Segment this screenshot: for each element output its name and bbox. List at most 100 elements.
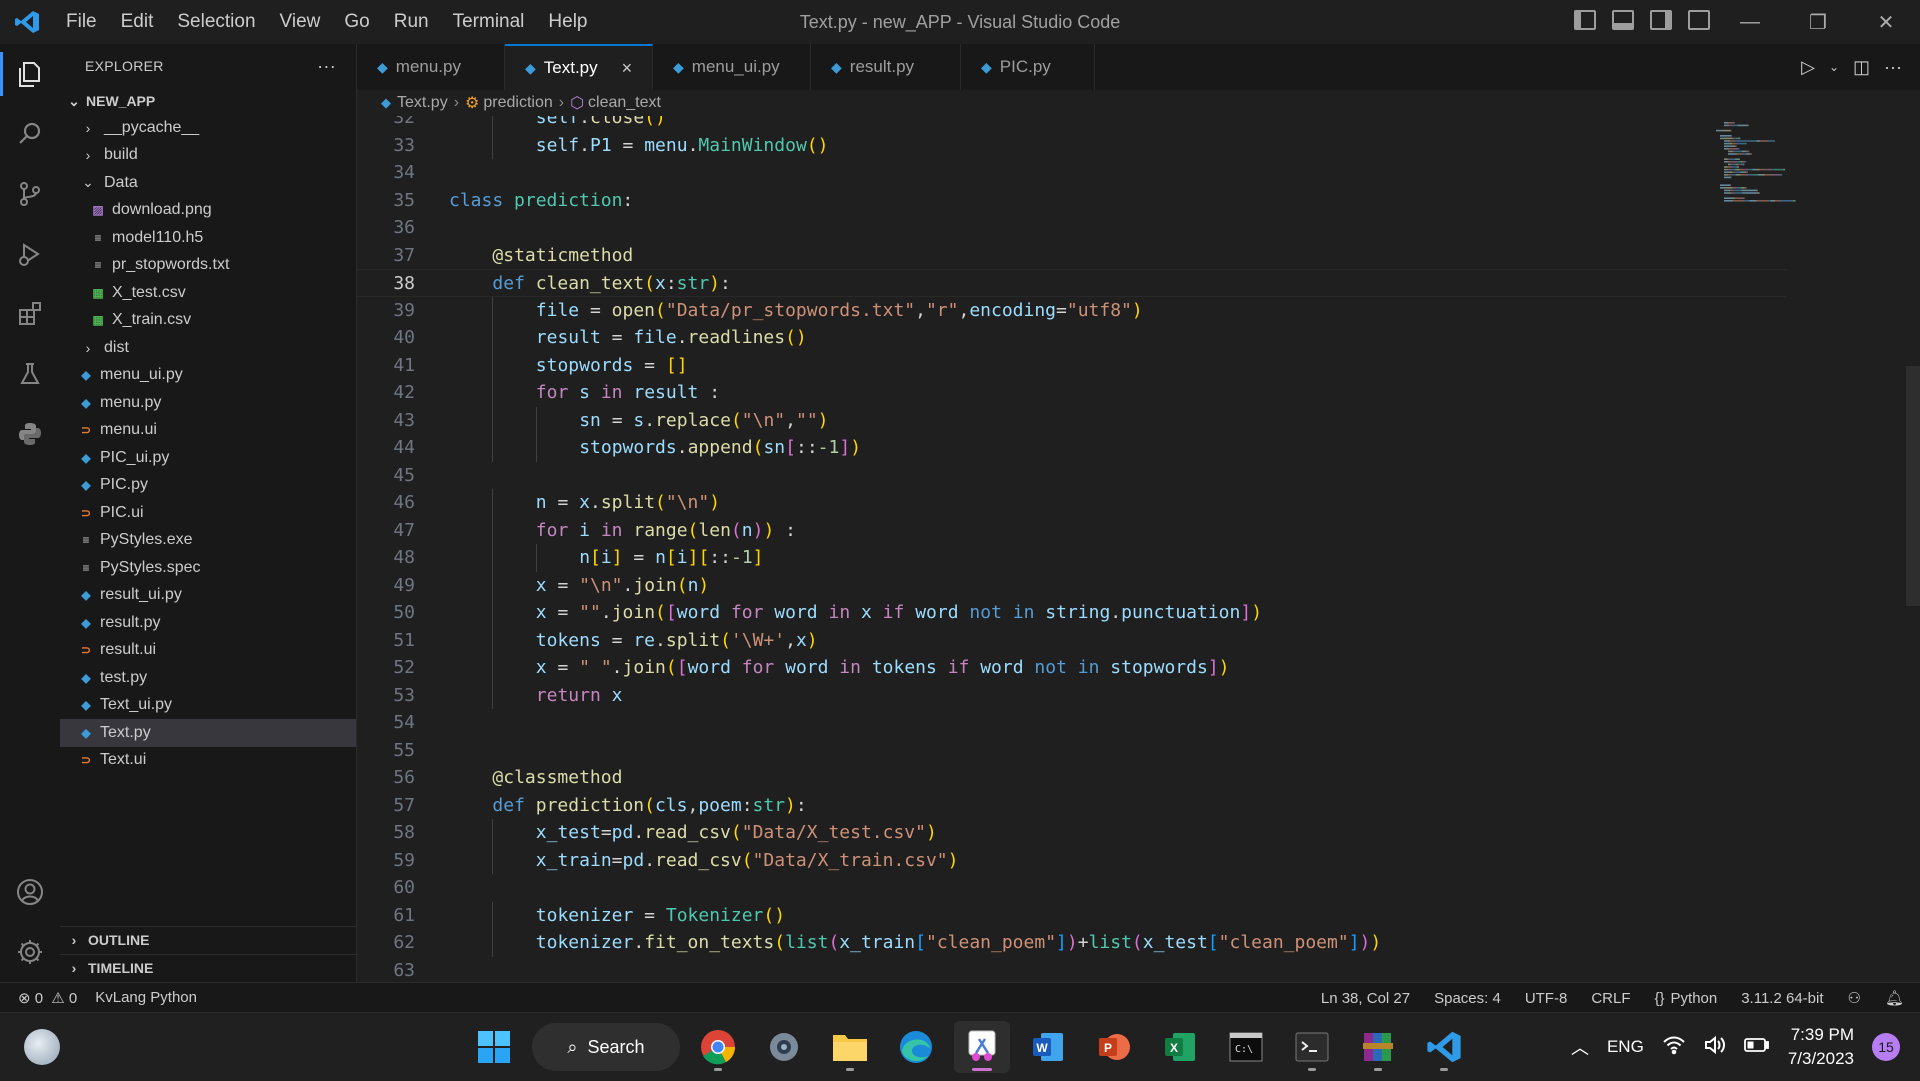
run-python-file-icon[interactable]: ▷ <box>1801 57 1815 78</box>
tree-file[interactable]: ▦ X_test.csv <box>60 279 356 307</box>
tree-file[interactable]: ≡ PyStyles.exe <box>60 527 356 555</box>
breadcrumb-file[interactable]: Text.py <box>397 94 448 112</box>
code-line[interactable]: 42 for s in result : <box>357 379 1787 407</box>
language-mode[interactable]: {} Python <box>1654 990 1717 1007</box>
minimize-icon[interactable]: — <box>1716 0 1784 44</box>
code-line[interactable]: 56 @classmethod <box>357 764 1787 792</box>
tree-folder[interactable]: ⌄ Data <box>60 169 356 197</box>
volume-icon[interactable] <box>1704 1035 1726 1060</box>
menu-terminal[interactable]: Terminal <box>441 0 537 44</box>
tab-text-py[interactable]: ◆ Text.py × <box>505 44 653 90</box>
tree-folder[interactable]: › build <box>60 142 356 170</box>
edge-icon[interactable] <box>888 1021 944 1073</box>
code-line[interactable]: 63 <box>357 957 1787 983</box>
code-line[interactable]: 33 self.P1 = menu.MainWindow() <box>357 131 1787 159</box>
code-line[interactable]: 36 <box>357 214 1787 242</box>
close-tab-icon[interactable]: × <box>622 58 633 79</box>
code-line[interactable]: 57 def prediction(cls,poem:str): <box>357 792 1787 820</box>
code-line[interactable]: 32 self.close() <box>357 116 1787 132</box>
input-language[interactable]: ENG <box>1607 1037 1644 1057</box>
workspace-root[interactable]: ⌄ NEW_APP <box>60 88 356 114</box>
tree-file[interactable]: ▦ X_train.csv <box>60 307 356 335</box>
powerpoint-icon[interactable]: P <box>1086 1021 1142 1073</box>
tree-file[interactable]: ≡ model110.h5 <box>60 224 356 252</box>
testing-icon[interactable] <box>0 344 60 404</box>
menu-file[interactable]: File <box>54 0 109 44</box>
code-editor[interactable]: 32 self.close() 33 self.P1 = menu.MainWindo… <box>357 116 1920 982</box>
vscode-icon[interactable] <box>1416 1021 1472 1073</box>
vertical-scrollbar[interactable] <box>1906 366 1920 606</box>
code-line[interactable]: 53 return x <box>357 681 1787 709</box>
explorer-icon[interactable] <box>0 44 60 104</box>
end-of-line[interactable]: CRLF <box>1591 990 1630 1007</box>
code-line[interactable]: 41 stopwords = [] <box>357 351 1787 379</box>
code-line[interactable]: 50 x = "".join([word for word in x if wor… <box>357 599 1787 627</box>
tree-file[interactable]: ⊃ Text.ui <box>60 747 356 775</box>
code-line[interactable]: 35 class prediction: <box>357 187 1787 215</box>
tree-folder[interactable]: › __pycache__ <box>60 114 356 142</box>
code-line[interactable]: 40 result = file.readlines() <box>357 324 1787 352</box>
code-line[interactable]: 48 n[i] = n[i][::-1] <box>357 544 1787 572</box>
show-hidden-icons-chevron-icon[interactable]: ︿ <box>1571 1034 1589 1060</box>
status-extension[interactable]: KvLang Python <box>95 989 197 1006</box>
menu-edit[interactable]: Edit <box>109 0 166 44</box>
tab-menu-ui-py[interactable]: ◆ menu_ui.py <box>653 44 811 90</box>
tree-file[interactable]: ◆ Text.py <box>60 719 356 747</box>
code-line[interactable]: 49 x = "\n".join(n) <box>357 571 1787 599</box>
cursor-position[interactable]: Ln 38, Col 27 <box>1321 990 1410 1007</box>
code-line[interactable]: 52 x = " ".join([word for word in tokens … <box>357 654 1787 682</box>
tree-file[interactable]: ▨ download.png <box>60 197 356 225</box>
terminal-icon[interactable] <box>1284 1021 1340 1073</box>
code-line[interactable]: 44 stopwords.append(sn[::-1]) <box>357 434 1787 462</box>
code-line[interactable]: 54 <box>357 709 1787 737</box>
accounts-icon[interactable] <box>0 862 60 922</box>
tab-menu-py[interactable]: ◆ menu.py <box>357 44 505 90</box>
notification-badge[interactable]: 15 <box>1872 1033 1900 1061</box>
code-line[interactable]: 62 tokenizer.fit_on_texts(list(x_train["c… <box>357 929 1787 957</box>
close-window-icon[interactable]: ✕ <box>1852 0 1920 44</box>
run-dropdown-chevron-icon[interactable]: ⌄ <box>1829 60 1839 74</box>
code-line[interactable]: 58 x_test=pd.read_csv("Data/X_test.csv") <box>357 819 1787 847</box>
timeline-section[interactable]: › TIMELINE <box>60 954 356 981</box>
code-line[interactable]: 37 @staticmethod <box>357 242 1787 270</box>
menu-view[interactable]: View <box>268 0 333 44</box>
winrar-icon[interactable] <box>1350 1021 1406 1073</box>
tree-file[interactable]: ⊃ PIC.ui <box>60 499 356 527</box>
toggle-secondary-sidebar-icon[interactable] <box>1650 10 1672 30</box>
tree-file[interactable]: ⊃ menu.ui <box>60 417 356 445</box>
editor-more-icon[interactable]: ··· <box>1884 57 1902 78</box>
customize-layout-icon[interactable] <box>1688 10 1710 30</box>
tree-file[interactable]: ≡ pr_stopwords.txt <box>60 252 356 280</box>
menu-selection[interactable]: Selection <box>165 0 267 44</box>
outline-section[interactable]: › OUTLINE <box>60 926 356 953</box>
code-line[interactable]: 38 def clean_text(x:str): <box>357 269 1787 297</box>
python-interpreter[interactable]: 3.11.2 64-bit <box>1741 990 1823 1007</box>
code-line[interactable]: 45 <box>357 462 1787 490</box>
start-button[interactable] <box>466 1021 522 1073</box>
menu-help[interactable]: Help <box>536 0 599 44</box>
menu-run[interactable]: Run <box>382 0 441 44</box>
live-share-icon[interactable]: ⚇ <box>1848 989 1861 1007</box>
code-line[interactable]: 39 file = open("Data/pr_stopwords.txt","r… <box>357 296 1787 324</box>
python-icon[interactable] <box>0 404 60 464</box>
toggle-panel-icon[interactable] <box>1612 10 1634 30</box>
minimap[interactable] <box>1712 116 1832 286</box>
taskbar-search[interactable]: ⌕ Search <box>532 1023 680 1071</box>
toggle-primary-sidebar-icon[interactable] <box>1574 10 1596 30</box>
tree-file[interactable]: ◆ PIC_ui.py <box>60 444 356 472</box>
code-line[interactable]: 34 <box>357 159 1787 187</box>
tree-file[interactable]: ⊃ result.ui <box>60 637 356 665</box>
search-icon[interactable] <box>0 104 60 164</box>
run-debug-icon[interactable] <box>0 224 60 284</box>
clock[interactable]: 7:39 PM 7/3/2023 <box>1788 1023 1854 1071</box>
breadcrumb-method[interactable]: clean_text <box>588 94 661 112</box>
excel-icon[interactable]: X <box>1152 1021 1208 1073</box>
weather-widget-icon[interactable] <box>24 1029 60 1065</box>
code-line[interactable]: 43 sn = s.replace("\n","") <box>357 406 1787 434</box>
notifications-bell-icon[interactable]: 🔔︎ <box>1885 989 1904 1007</box>
extensions-icon[interactable] <box>0 284 60 344</box>
tree-file[interactable]: ◆ Text_ui.py <box>60 692 356 720</box>
tab-result-py[interactable]: ◆ result.py <box>811 44 961 90</box>
tree-file[interactable]: ◆ result_ui.py <box>60 582 356 610</box>
settings-icon[interactable] <box>756 1021 812 1073</box>
